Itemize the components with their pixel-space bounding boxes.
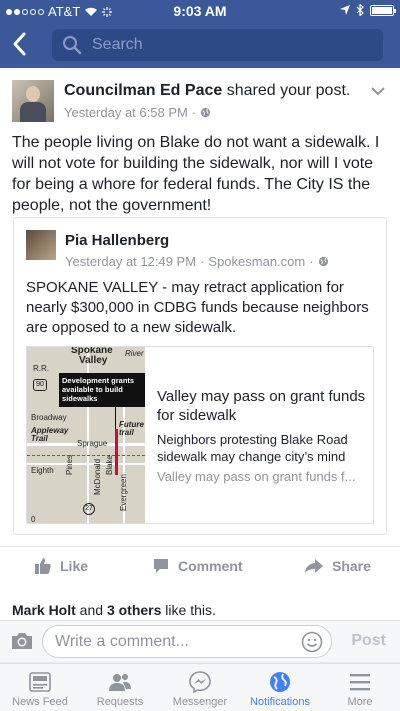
thumbs-up-icon <box>35 558 51 574</box>
share-button[interactable]: Share <box>304 557 371 575</box>
tab-bar: News Feed Requests Messenger Notificatio… <box>0 663 400 711</box>
share-label: Share <box>332 558 371 574</box>
author-name[interactable]: Councilman Ed Pace <box>64 82 222 99</box>
chevron-down-icon[interactable] <box>370 86 386 96</box>
link-source: Valley may pass on grant funds f... <box>157 469 356 484</box>
messenger-icon <box>189 671 211 694</box>
shared-post[interactable]: Pia Hallenberg Yesterday at 12:49 PM · S… <box>13 217 387 535</box>
comment-field[interactable] <box>42 625 332 658</box>
map-callout: Development grants available to build si… <box>59 373 145 407</box>
shared-post-meta: Yesterday at 12:49 PM · Spokesman.com · <box>65 254 329 269</box>
shared-timestamp[interactable]: Yesterday at 12:49 PM <box>65 254 196 269</box>
tab-news-feed[interactable]: News Feed <box>0 664 80 711</box>
status-bar: AT&T 9:03 AM <box>0 0 400 22</box>
comment-input[interactable] <box>55 632 295 652</box>
menu-icon <box>350 674 370 691</box>
link-title[interactable]: Valley may pass on grant funds for sidew… <box>157 387 367 425</box>
top-bar: AT&T 9:03 AM <box>0 0 400 68</box>
comment-label: Comment <box>178 558 243 574</box>
story-meta: Yesterday at 6:58 PM · <box>64 105 211 120</box>
comment-bar: Post <box>0 620 400 662</box>
tab-more[interactable]: More <box>320 664 400 711</box>
timestamp[interactable]: Yesterday at 6:58 PM <box>64 105 188 120</box>
chevron-left-icon <box>13 32 26 56</box>
friends-icon <box>109 674 131 691</box>
post-text: The people living on Blake do not want a… <box>12 134 380 214</box>
smiley-icon[interactable] <box>301 631 323 653</box>
map-subtitle: Valley <box>79 355 108 366</box>
tab-notifications[interactable]: Notifications <box>240 664 320 711</box>
search-input[interactable] <box>92 33 372 57</box>
tab-requests[interactable]: Requests <box>80 664 160 711</box>
story-actions: Like Comment Share <box>0 546 400 590</box>
camera-icon[interactable] <box>10 631 34 651</box>
bluetooth-icon <box>356 4 364 16</box>
search-icon <box>63 36 82 55</box>
share-icon <box>305 559 323 573</box>
back-button[interactable] <box>10 30 38 60</box>
news-feed-icon <box>29 672 51 692</box>
post-button[interactable]: Post <box>351 632 386 650</box>
likes-summary[interactable]: Mark Holt and 3 others like this. <box>12 602 216 618</box>
search-bar[interactable] <box>52 29 383 61</box>
nav-bar <box>0 27 400 63</box>
battery-icon <box>370 4 396 16</box>
avatar[interactable] <box>26 230 56 260</box>
like-label: Like <box>60 558 89 574</box>
globe-icon <box>270 672 290 692</box>
avatar[interactable] <box>12 80 54 122</box>
link-description: Neighbors protesting Blake Road sidewalk… <box>157 432 348 464</box>
story-action: shared your post. <box>226 82 351 99</box>
like-button[interactable]: Like <box>34 557 88 575</box>
liker-name: Mark Holt <box>12 602 76 618</box>
tab-messenger[interactable]: Messenger <box>160 664 240 711</box>
comment-icon <box>154 559 168 573</box>
globe-icon <box>201 107 211 118</box>
likes-others: 3 others <box>106 602 162 618</box>
shared-source[interactable]: Spokesman.com <box>208 254 305 269</box>
map-thumbnail: Spokane Valley Development grants availa… <box>27 347 145 523</box>
globe-icon <box>318 256 328 267</box>
comment-button[interactable]: Comment <box>152 557 243 575</box>
shared-post-text: SPOKANE VALLEY - may retract application… <box>26 279 369 336</box>
link-preview[interactable]: Spokane Valley Development grants availa… <box>26 346 374 524</box>
location-arrow-icon <box>340 5 350 15</box>
story-header: Councilman Ed Pace shared your post. <box>64 82 350 100</box>
shared-author-name[interactable]: Pia Hallenberg <box>65 232 169 249</box>
feed-story: Councilman Ed Pace shared your post. Yes… <box>0 68 400 621</box>
